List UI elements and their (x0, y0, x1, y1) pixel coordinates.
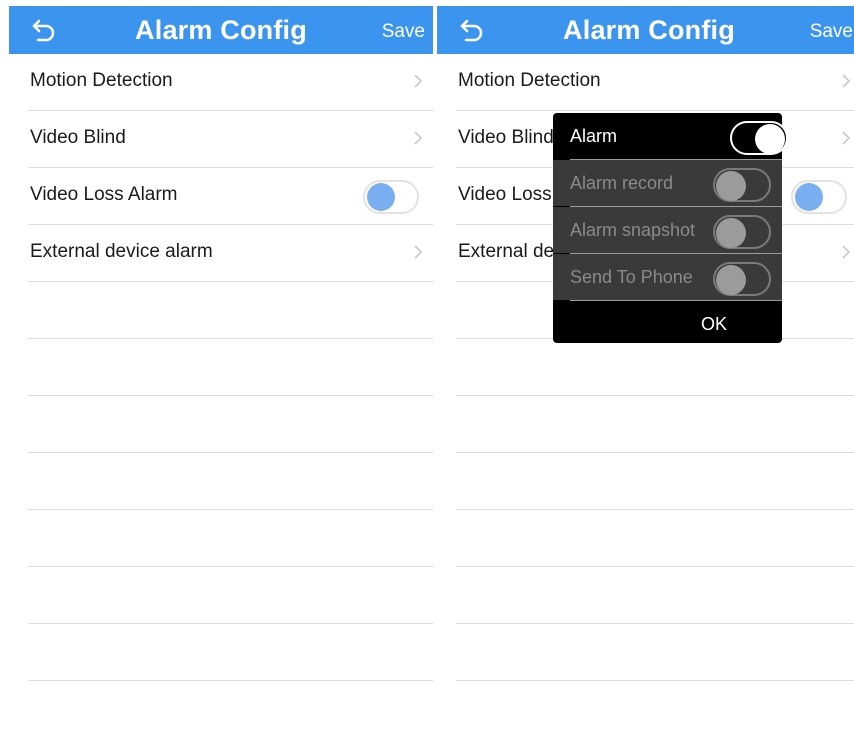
empty-row (456, 396, 854, 453)
dialog-item-label: Alarm (570, 126, 618, 146)
header-bar: Alarm Config Save (437, 6, 854, 54)
chevron-right-icon (842, 245, 851, 259)
list-item-video-blind[interactable]: Video Blind (28, 111, 433, 168)
list-item-label: Video Loss Alarm (30, 184, 178, 205)
divider (570, 300, 782, 301)
ok-button[interactable]: OK (553, 305, 782, 343)
video-loss-alarm-toggle[interactable] (363, 180, 419, 214)
empty-row (28, 453, 433, 510)
empty-row (456, 624, 854, 681)
save-button[interactable]: Save (810, 21, 853, 43)
page-title: Alarm Config (563, 15, 735, 45)
header-bar: Alarm Config Save (9, 6, 433, 54)
list-item-motion-detection[interactable]: Motion Detection (456, 54, 854, 111)
list-item-external-device-alarm[interactable]: External device alarm (28, 225, 433, 282)
save-button[interactable]: Save (382, 21, 425, 43)
list-item-label: Motion Detection (30, 70, 173, 91)
chevron-right-icon (414, 74, 423, 88)
alarm-config-screen-left: Alarm Config Save Motion Detection Video… (9, 0, 433, 735)
toggle-knob (716, 218, 746, 248)
empty-row (28, 282, 433, 339)
dialog-item-send-to-phone: Send To Phone (553, 254, 782, 300)
list-item-label: Video Blind (458, 127, 554, 148)
list-item-video-loss-alarm: Video Loss Alarm (28, 168, 433, 225)
send-to-phone-toggle[interactable] (713, 262, 771, 296)
list-item-label: Video Blind (30, 127, 126, 148)
toggle-knob (716, 171, 746, 201)
alarm-options-dialog: Alarm Alarm record Alarm snapshot Send T… (553, 113, 788, 343)
dialog-item-label: Send To Phone (570, 267, 693, 287)
empty-row (28, 510, 433, 567)
empty-row (28, 396, 433, 453)
chevron-right-icon (414, 131, 423, 145)
video-loss-alarm-toggle[interactable] (791, 180, 847, 214)
settings-list: Motion Detection Video Blind Video Loss … (28, 54, 433, 681)
empty-row (456, 453, 854, 510)
page-title: Alarm Config (135, 15, 307, 45)
toggle-knob (795, 183, 823, 211)
empty-row (456, 510, 854, 567)
chevron-right-icon (842, 74, 851, 88)
toggle-knob (367, 183, 395, 211)
alarm-record-toggle[interactable] (713, 168, 771, 202)
alarm-toggle[interactable] (730, 121, 788, 155)
empty-row (28, 339, 433, 396)
alarm-config-screen-right: Alarm Config Save Motion Detection Video… (437, 0, 854, 735)
empty-row (28, 624, 433, 681)
toggle-knob (716, 265, 746, 295)
list-item-label: External device alarm (30, 241, 213, 262)
chevron-right-icon (842, 131, 851, 145)
empty-row (456, 567, 854, 624)
toggle-knob (755, 124, 785, 154)
empty-row (28, 567, 433, 624)
chevron-right-icon (414, 245, 423, 259)
alarm-snapshot-toggle[interactable] (713, 215, 771, 249)
dialog-item-alarm-record: Alarm record (553, 160, 782, 206)
dialog-item-alarm: Alarm (570, 113, 788, 159)
dialog-item-label: Alarm snapshot (570, 220, 696, 240)
list-item-label: Motion Detection (458, 70, 601, 91)
empty-row (456, 339, 854, 396)
list-item-motion-detection[interactable]: Motion Detection (28, 54, 433, 111)
dialog-item-label: Alarm record (570, 173, 674, 193)
dialog-item-alarm-snapshot: Alarm snapshot (553, 207, 782, 253)
